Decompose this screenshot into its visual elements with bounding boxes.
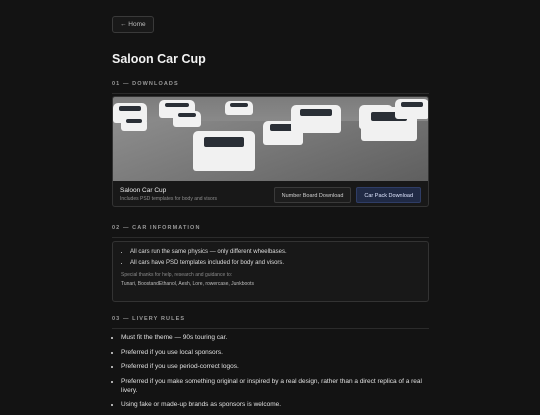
car-shape [291,105,341,133]
list-item: All cars have PSD templates included for… [130,260,420,266]
home-button[interactable]: ← Home [112,16,154,33]
pack-subtitle: Includes PSD templates for body and viso… [120,196,217,202]
car-shape [395,99,428,119]
list-item: Must fit the theme — 90s touring car. [121,333,438,342]
car-shape [193,131,255,171]
car-shape [225,101,253,115]
car-info-section-title: 02 — CAR INFORMATION [112,225,429,238]
pack-info: Saloon Car Cup Includes PSD templates fo… [120,187,217,202]
number-board-download-button[interactable]: Number Board Download [273,186,352,203]
download-buttons: Number Board Download Car Pack Download [273,186,421,203]
downloads-footer: Saloon Car Cup Includes PSD templates fo… [113,181,428,206]
livery-rules-section-title: 03 — LIVERY RULES [112,316,429,329]
car-banner-image [113,97,428,181]
list-item: Preferred if you use period-correct logo… [121,362,438,371]
downloads-section-title: 01 — DOWNLOADS [112,81,429,94]
car-shape [121,117,147,131]
pack-name: Saloon Car Cup [120,187,167,194]
page: ← Home Saloon Car Cup 01 — DOWNLOADS Sal… [0,0,540,408]
car-info-card: All cars run the same physics — only dif… [112,241,429,302]
car-pack-download-button[interactable]: Car Pack Download [356,186,421,203]
page-title: Saloon Car Cup [112,52,206,66]
thanks-label: Special thanks for help, research and gu… [121,272,233,278]
livery-rules-list: Must fit the theme — 90s touring car. Pr… [112,333,438,415]
list-item: Preferred if you make something original… [121,377,438,395]
thanks-names: Tunari, BoostandEthanol, Aesh, Lore, row… [121,281,254,287]
list-item: All cars run the same physics — only dif… [130,249,420,255]
list-item: Preferred if you use local sponsors. [121,348,438,357]
car-info-list: All cars run the same physics — only dif… [121,249,420,266]
car-shape [173,111,201,127]
home-label: ← Home [120,21,146,28]
car-info-body: All cars run the same physics — only dif… [113,242,428,294]
downloads-card: Saloon Car Cup Includes PSD templates fo… [112,96,429,207]
